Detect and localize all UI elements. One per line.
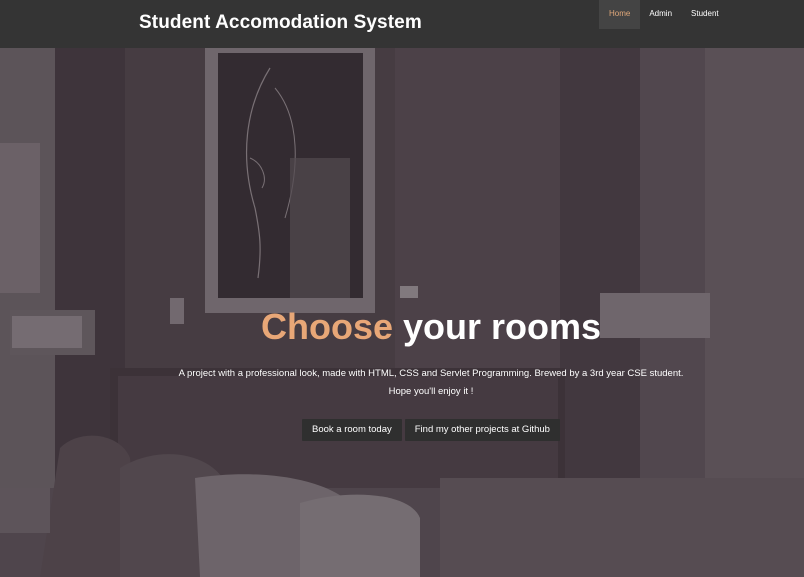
hero-headline: Choose your rooms (0, 306, 804, 348)
tagline-line-1: A project with a professional look, made… (178, 368, 684, 379)
github-projects-button[interactable]: Find my other projects at Github (404, 419, 560, 441)
hero-tagline: A project with a professional look, made… (0, 365, 804, 401)
headline-accent-word: Choose (260, 306, 393, 347)
headline-rest: your rooms (392, 306, 602, 347)
main-nav: Home Admin Student (599, 0, 729, 29)
hero-section: Choose your rooms A project with a profe… (0, 48, 804, 577)
nav-admin-link[interactable]: Admin (640, 0, 681, 29)
book-room-button[interactable]: Book a room today (302, 419, 402, 441)
top-navbar: Student Accomodation System Home Admin S… (0, 0, 804, 48)
hero-buttons: Book a room today Find my other projects… (302, 419, 560, 441)
nav-student-link[interactable]: Student (681, 0, 729, 29)
nav-home-link[interactable]: Home (599, 0, 641, 29)
site-brand[interactable]: Student Accomodation System (139, 12, 422, 34)
tagline-line-2: Hope you'll enjoy it ! (388, 386, 474, 397)
